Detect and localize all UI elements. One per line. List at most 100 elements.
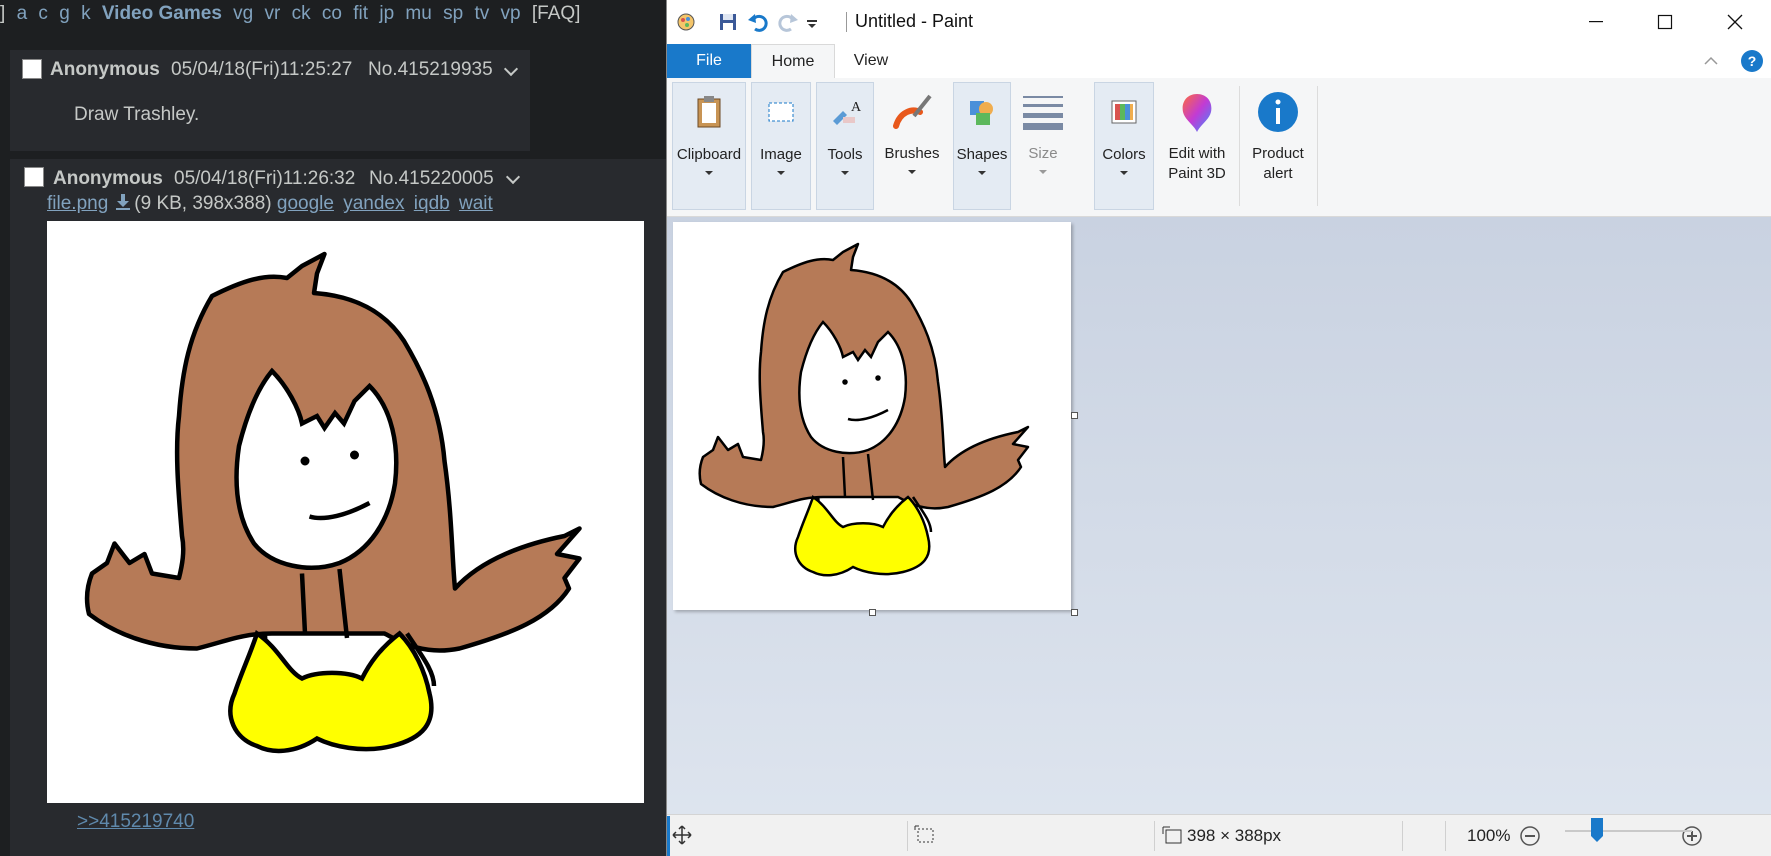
ribbon-tools[interactable]: A Tools bbox=[816, 82, 874, 210]
ribbon-shapes[interactable]: Shapes bbox=[953, 82, 1011, 210]
ribbon-label: Product alert bbox=[1252, 145, 1304, 182]
dropdown-arrow-icon bbox=[1039, 170, 1047, 174]
post-menu-chevron-icon[interactable] bbox=[503, 61, 519, 77]
board-link-g[interactable]: g bbox=[59, 3, 70, 24]
save-icon[interactable] bbox=[717, 11, 739, 33]
svg-text:?: ? bbox=[1748, 53, 1757, 69]
file-size: (9 KB, 398x388) bbox=[134, 193, 272, 214]
board-link-a[interactable]: a bbox=[17, 3, 28, 24]
redo-icon[interactable] bbox=[777, 11, 799, 33]
post-checkbox[interactable] bbox=[24, 167, 44, 187]
minimize-icon[interactable] bbox=[1560, 0, 1630, 44]
title-bar: Untitled - Paint bbox=[667, 0, 1771, 44]
ribbon: Clipboard Image A Tools Brushes Shapes S… bbox=[667, 78, 1771, 217]
collapse-ribbon-chevron-icon[interactable] bbox=[1703, 54, 1719, 68]
file-link[interactable]: file.png bbox=[47, 193, 108, 214]
trashley-drawing bbox=[698, 242, 1030, 577]
search-yandex-link[interactable]: yandex bbox=[343, 193, 404, 214]
info-icon bbox=[1258, 92, 1298, 132]
status-separator bbox=[1402, 821, 1403, 851]
ribbon-brushes[interactable]: Brushes bbox=[877, 82, 947, 210]
ribbon-product-alert[interactable]: Product alert bbox=[1242, 82, 1314, 210]
board-link-tv[interactable]: tv bbox=[474, 3, 489, 24]
dropdown-arrow-icon bbox=[841, 171, 849, 175]
help-icon[interactable]: ? bbox=[1740, 49, 1764, 73]
zoom-slider-track[interactable] bbox=[1565, 830, 1692, 832]
trashley-drawing bbox=[84, 251, 582, 754]
search-iqdb-link[interactable]: iqdb bbox=[414, 193, 450, 214]
shapes-icon bbox=[970, 101, 993, 125]
board-nav-bracket: ] bbox=[0, 3, 11, 24]
ribbon-label: Colors bbox=[1102, 146, 1146, 163]
clipboard-icon bbox=[697, 96, 721, 128]
zoom-level: 100% bbox=[1467, 826, 1511, 845]
post-number[interactable]: No.415220005 bbox=[369, 168, 494, 190]
board-link-mu[interactable]: mu bbox=[405, 3, 431, 24]
zoom-in-icon[interactable] bbox=[1681, 825, 1703, 847]
search-wait-link[interactable]: wait bbox=[459, 193, 493, 214]
tab-file[interactable]: File bbox=[667, 44, 751, 78]
board-link-vp[interactable]: vp bbox=[501, 3, 521, 24]
window-border bbox=[667, 816, 670, 856]
title-separator bbox=[846, 12, 847, 32]
customize-toolbar-chevron-icon[interactable] bbox=[805, 11, 819, 33]
canvas-workspace[interactable] bbox=[667, 217, 1771, 814]
selection-size-icon bbox=[914, 825, 934, 843]
brush-icon bbox=[893, 94, 932, 129]
board-current[interactable]: Video Games bbox=[102, 3, 222, 24]
resize-handle-corner[interactable] bbox=[1071, 609, 1078, 616]
status-separator bbox=[1445, 821, 1446, 851]
ribbon-label: Image bbox=[760, 146, 802, 163]
board-nav: ] a c g k Video Games vg vr ck co fit jp… bbox=[0, 0, 586, 30]
paint-app-icon[interactable] bbox=[675, 11, 697, 33]
post-number[interactable]: No.415219935 bbox=[368, 59, 493, 81]
maximize-icon[interactable] bbox=[1630, 0, 1700, 44]
ribbon-paint3d[interactable]: Edit with Paint 3D bbox=[1157, 82, 1237, 210]
board-link-vg[interactable]: vg bbox=[233, 3, 253, 24]
board-link-ck[interactable]: ck bbox=[292, 3, 311, 24]
dropdown-arrow-icon bbox=[777, 171, 785, 175]
close-icon[interactable] bbox=[1700, 0, 1770, 44]
zoom-out-icon[interactable] bbox=[1519, 825, 1541, 847]
board-link-vr[interactable]: vr bbox=[265, 3, 281, 24]
ribbon-clipboard[interactable]: Clipboard bbox=[672, 82, 746, 210]
poster-name: Anonymous bbox=[53, 168, 163, 189]
board-link-fit[interactable]: fit bbox=[353, 3, 368, 24]
tab-home[interactable]: Home bbox=[751, 44, 835, 78]
post-menu-chevron-icon[interactable] bbox=[505, 169, 521, 185]
ribbon-tabs: File Home View ? bbox=[667, 44, 1771, 79]
board-link-jp[interactable]: jp bbox=[379, 3, 394, 24]
dropdown-arrow-icon bbox=[1120, 171, 1128, 175]
resize-handle-bottom[interactable] bbox=[869, 609, 876, 616]
ribbon-size: Size bbox=[1013, 82, 1073, 210]
post-checkbox[interactable] bbox=[22, 59, 42, 79]
board-link-sp[interactable]: sp bbox=[443, 3, 463, 24]
paint3d-icon bbox=[1182, 94, 1212, 132]
faq-link[interactable]: [FAQ] bbox=[532, 3, 581, 24]
drawing-canvas[interactable] bbox=[673, 222, 1071, 610]
status-separator bbox=[1154, 821, 1155, 851]
download-icon[interactable] bbox=[115, 193, 131, 211]
search-google-link[interactable]: google bbox=[277, 193, 334, 214]
cursor-position-icon bbox=[672, 825, 692, 845]
ribbon-separator bbox=[1317, 86, 1318, 206]
undo-icon[interactable] bbox=[747, 11, 769, 33]
drawing-shirt bbox=[228, 629, 434, 754]
post-quote-link[interactable]: >>415219740 bbox=[77, 811, 194, 833]
status-separator bbox=[907, 821, 908, 851]
resize-handle-right[interactable] bbox=[1071, 412, 1078, 419]
tab-view[interactable]: View bbox=[841, 44, 901, 78]
svg-text:A: A bbox=[851, 100, 862, 115]
post-message: Draw Trashley. bbox=[74, 104, 200, 125]
board-link-co[interactable]: co bbox=[322, 3, 342, 24]
zoom-slider-thumb[interactable] bbox=[1591, 818, 1603, 842]
imageboard-thread: ] a c g k Video Games vg vr ck co fit jp… bbox=[0, 0, 666, 856]
window-title: Untitled - Paint bbox=[855, 11, 974, 31]
post-image[interactable] bbox=[47, 221, 644, 803]
ribbon-colors[interactable]: Colors bbox=[1094, 82, 1154, 210]
ribbon-label: Size bbox=[1028, 145, 1058, 162]
board-link-k[interactable]: k bbox=[81, 3, 91, 24]
ribbon-image[interactable]: Image bbox=[751, 82, 811, 210]
board-link-c[interactable]: c bbox=[38, 3, 48, 24]
colors-icon bbox=[1111, 100, 1137, 124]
